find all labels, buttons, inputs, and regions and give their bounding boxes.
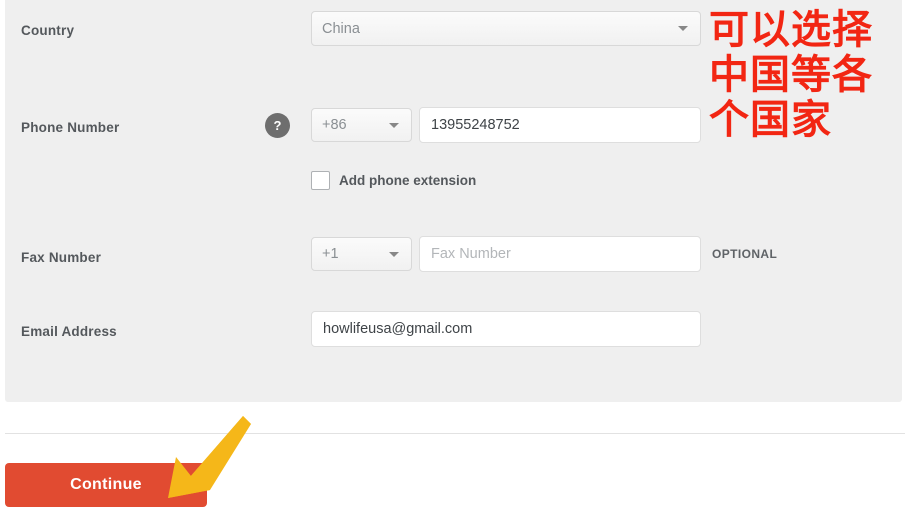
country-label: Country — [21, 23, 75, 38]
email-address-value: howlifeusa@gmail.com — [323, 321, 473, 337]
section-divider — [5, 433, 905, 434]
phone-country-code-select[interactable]: +86 — [311, 108, 412, 142]
phone-number-value: 13955248752 — [431, 117, 520, 133]
red-annotation-line-2: 中国等各 — [709, 51, 873, 98]
red-annotation-line-1: 可以选择 — [709, 7, 873, 53]
signup-form-screen: Country China Phone Number ? +86 1395524… — [0, 0, 916, 520]
phone-number-input[interactable]: 13955248752 — [419, 107, 701, 143]
phone-country-code-value: +86 — [322, 117, 347, 133]
chevron-down-icon — [389, 122, 399, 128]
email-address-input[interactable]: howlifeusa@gmail.com — [311, 311, 701, 347]
fax-number-input[interactable]: Fax Number — [419, 236, 701, 272]
add-phone-extension-checkbox-row[interactable]: Add phone extension — [311, 171, 476, 190]
add-phone-extension-checkbox[interactable] — [311, 171, 330, 190]
question-mark-icon[interactable]: ? — [265, 113, 290, 138]
red-annotation-text: 可以选择 中国等各 个国家 — [709, 8, 909, 142]
fax-number-label: Fax Number — [21, 250, 102, 265]
fax-country-code-select[interactable]: +1 — [311, 237, 412, 271]
red-annotation-line-3: 个国家 — [709, 96, 832, 143]
fax-optional-badge: OPTIONAL — [712, 247, 778, 261]
fax-country-code-value: +1 — [322, 246, 339, 262]
add-phone-extension-label: Add phone extension — [339, 173, 477, 188]
chevron-down-icon — [678, 26, 688, 31]
email-address-label: Email Address — [21, 324, 117, 339]
continue-button[interactable]: Continue — [5, 463, 207, 507]
fax-number-placeholder: Fax Number — [431, 246, 511, 262]
country-select[interactable]: China — [311, 11, 701, 46]
phone-number-label: Phone Number — [21, 120, 120, 135]
country-select-value: China — [322, 20, 360, 37]
chevron-down-icon — [389, 251, 399, 257]
